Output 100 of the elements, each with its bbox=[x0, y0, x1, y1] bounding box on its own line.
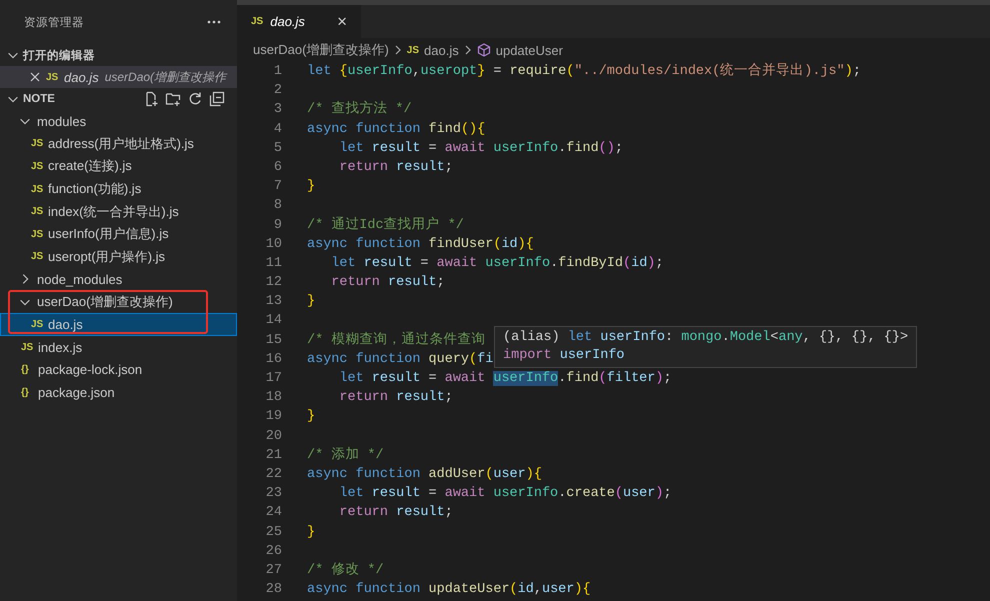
json-file-icon: {} bbox=[21, 386, 33, 398]
line-number: 23 bbox=[264, 485, 282, 504]
line-number: 27 bbox=[264, 562, 282, 580]
js-file-icon: JS bbox=[31, 228, 43, 240]
breadcrumb-item[interactable]: dao.js bbox=[424, 42, 459, 58]
file-item[interactable]: JS function(功能).js bbox=[0, 178, 237, 200]
code-line: return result; bbox=[338, 504, 453, 522]
code-line: /* 模糊查询，通过条件查询 bbox=[307, 330, 486, 350]
js-file-icon: JS bbox=[31, 184, 43, 195]
line-number: 16 bbox=[264, 350, 282, 369]
line-number: 25 bbox=[264, 524, 282, 542]
new-folder-icon[interactable] bbox=[165, 91, 181, 107]
folder-item[interactable]: modules bbox=[0, 110, 237, 133]
file-item[interactable]: {} package-lock.json bbox=[0, 358, 237, 382]
js-file-icon: JS bbox=[31, 206, 43, 218]
file-item[interactable]: JS useropt(用户操作).js bbox=[0, 246, 237, 268]
file-item[interactable]: JS index(统一合并导出).js bbox=[0, 200, 237, 223]
folder-name: modules bbox=[37, 114, 86, 129]
code-line: /* 通过Idc查找用户 */ bbox=[307, 216, 464, 234]
line-number: 28 bbox=[264, 581, 282, 600]
line-number: 20 bbox=[264, 428, 282, 446]
line-number: 4 bbox=[272, 120, 282, 139]
line-number: 11 bbox=[264, 254, 282, 273]
js-file-icon: JS bbox=[31, 138, 43, 150]
folder-name: node_modules bbox=[37, 272, 122, 287]
line-number: 8 bbox=[272, 197, 282, 216]
file-item[interactable]: JS userInfo(用户信息).js bbox=[0, 222, 237, 246]
line-number: 6 bbox=[272, 158, 282, 177]
file-path: userDao(增删查改操作 bbox=[104, 68, 226, 86]
code-line: let {userInfo,useropt} = require("../modules/index(统一合并导出).js"); bbox=[307, 62, 861, 81]
line-number: 24 bbox=[264, 504, 282, 522]
folder-item[interactable]: node_modules bbox=[0, 268, 237, 291]
code-line: return result; bbox=[330, 274, 445, 292]
collapse-all-icon[interactable] bbox=[209, 91, 225, 107]
code-line: return result; bbox=[338, 158, 453, 177]
js-file-icon: JS bbox=[21, 342, 33, 353]
code-line: } bbox=[307, 524, 316, 542]
code-line: let result = await userInfo.find(); bbox=[338, 140, 623, 158]
line-number: 14 bbox=[264, 312, 282, 330]
folder-name: userDao(增删查改操作) bbox=[37, 293, 173, 312]
file-name: dao.js bbox=[48, 317, 83, 332]
code-line: async function updateUser(id,user){ bbox=[307, 581, 591, 600]
breadcrumb-item[interactable]: updateUser bbox=[496, 42, 563, 58]
file-item[interactable]: JS dao.js bbox=[0, 313, 237, 336]
code-line: async function addUser(user){ bbox=[307, 466, 542, 484]
file-item[interactable]: JS index.js bbox=[0, 336, 237, 359]
line-number: 9 bbox=[272, 216, 282, 234]
file-item[interactable]: {} package.json bbox=[0, 381, 237, 404]
file-name: index.js bbox=[38, 340, 82, 355]
js-file-icon: JS bbox=[46, 72, 58, 82]
code-line: /* 添加 */ bbox=[307, 446, 384, 465]
line-number: 3 bbox=[272, 101, 282, 120]
code-line: let result = await userInfo.create(user); bbox=[338, 485, 672, 504]
file-name: function(功能).js bbox=[48, 180, 142, 198]
file-name: useropt(用户操作).js bbox=[48, 248, 166, 266]
refresh-icon[interactable] bbox=[187, 91, 203, 107]
file-name: index(统一合并导出).js bbox=[48, 202, 179, 221]
explorer-title: 资源管理器 bbox=[24, 16, 84, 30]
code-line: async function query(fi bbox=[307, 350, 494, 369]
line-number: 12 bbox=[264, 274, 282, 292]
code-line: let result = await userInfo.find(filter); bbox=[338, 370, 672, 388]
section-title: 打开的编辑器 bbox=[23, 48, 95, 62]
line-number: 19 bbox=[264, 408, 282, 426]
code-line: async function findUser(id){ bbox=[307, 236, 534, 254]
file-name: package.json bbox=[38, 384, 115, 400]
open-editor-item[interactable]: JS dao.js userDao(增删查改操作 bbox=[0, 66, 237, 88]
line-number: 13 bbox=[264, 293, 282, 312]
section-title: NOTE bbox=[23, 93, 55, 105]
js-file-icon: JS bbox=[406, 44, 420, 56]
close-tab-button[interactable]: × bbox=[337, 12, 347, 32]
close-icon[interactable] bbox=[30, 72, 40, 82]
js-file-icon: JS bbox=[31, 160, 43, 172]
file-item[interactable]: JS address(用户地址格式).js bbox=[0, 132, 237, 156]
line-number: 21 bbox=[264, 446, 282, 465]
file-name: dao.js bbox=[64, 70, 99, 84]
breadcrumb-item[interactable]: userDao(增删查改操作) bbox=[253, 41, 389, 59]
folder-item[interactable]: userDao(增删查改操作) bbox=[0, 290, 237, 314]
code-line: /* 修改 */ bbox=[307, 561, 384, 580]
line-number: 5 bbox=[272, 140, 282, 158]
cube-icon bbox=[476, 43, 491, 57]
line-number: 15 bbox=[264, 332, 282, 350]
code-line: /* 查找方法 */ bbox=[307, 100, 412, 120]
line-number: 1 bbox=[272, 63, 282, 81]
line-number: 7 bbox=[272, 178, 282, 196]
code-line: let result = await userInfo.findById(id); bbox=[330, 254, 664, 273]
json-file-icon: {} bbox=[21, 364, 33, 376]
file-item[interactable]: JS create(连接).js bbox=[0, 155, 237, 178]
js-file-icon: JS bbox=[31, 251, 43, 262]
js-file-icon: JS bbox=[251, 16, 264, 27]
file-name: package-lock.json bbox=[38, 362, 142, 378]
tooltip-line: (alias) let userInfo: mongo.Model<any, {}, {}, {}> bbox=[503, 329, 908, 347]
file-name: create(连接).js bbox=[48, 157, 132, 176]
editor-tab[interactable]: JS dao.js × bbox=[237, 5, 361, 38]
file-name: userInfo(用户信息).js bbox=[48, 225, 169, 244]
line-number: 18 bbox=[264, 389, 282, 408]
line-number: 17 bbox=[264, 370, 282, 388]
line-number: 22 bbox=[264, 466, 282, 484]
js-file-icon: JS bbox=[31, 319, 43, 330]
more-icon[interactable] bbox=[207, 20, 221, 24]
tooltip-line: import userInfo bbox=[503, 347, 626, 365]
